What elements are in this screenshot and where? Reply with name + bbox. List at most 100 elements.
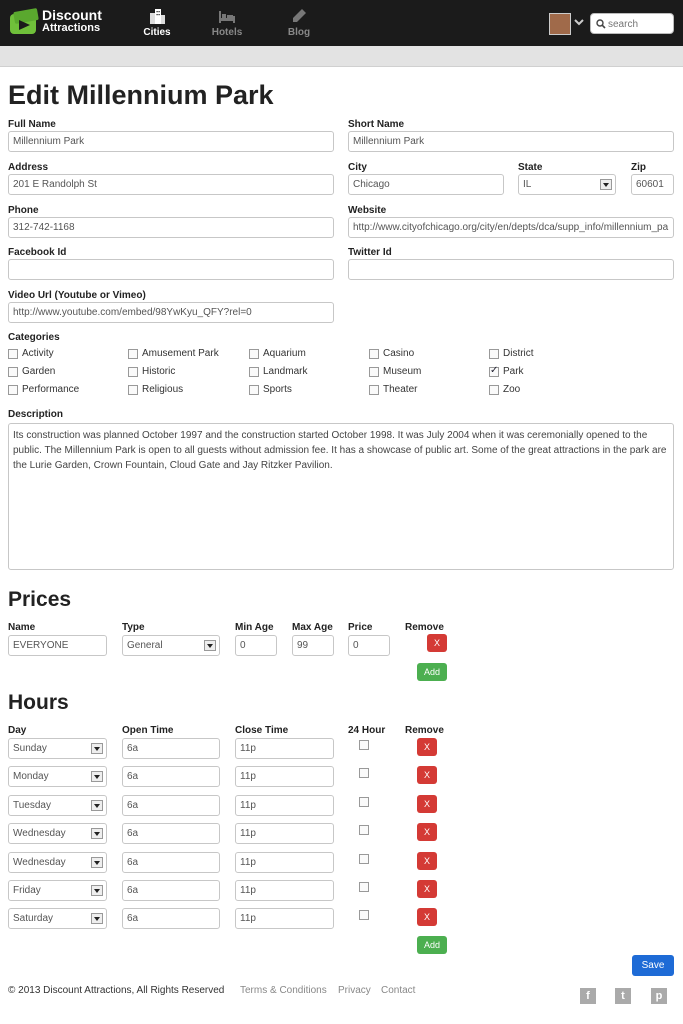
category-checkbox[interactable] <box>489 349 499 359</box>
footer-copyright: © 2013 Discount Attractions, All Rights … <box>8 985 225 996</box>
close-time-input[interactable]: 11p <box>235 823 334 844</box>
tumblr-icon[interactable]: t <box>615 988 631 1004</box>
description-textarea[interactable]: Its construction was planned October 199… <box>8 423 674 570</box>
dropdown-arrow-icon <box>91 828 103 839</box>
chevron-down-icon[interactable] <box>574 17 584 27</box>
category-checkbox[interactable] <box>369 349 379 359</box>
short-name-input[interactable]: Millennium Park <box>348 131 674 152</box>
day-select[interactable]: Tuesday <box>8 795 107 816</box>
zip-input[interactable]: 60601 <box>631 174 674 195</box>
day-select[interactable]: Friday <box>8 880 107 901</box>
day-select[interactable]: Saturday <box>8 908 107 929</box>
open-time-input[interactable]: 6a <box>122 738 220 759</box>
category-checkbox[interactable] <box>249 349 259 359</box>
close-time-input[interactable]: 11p <box>235 852 334 873</box>
close-time-input[interactable]: 11p <box>235 766 334 787</box>
nav-cities[interactable]: Cities <box>132 7 182 38</box>
category-checkbox[interactable] <box>369 367 379 377</box>
24-hour-checkbox[interactable] <box>359 768 369 778</box>
open-time-input[interactable]: 6a <box>122 766 220 787</box>
brand-logo[interactable]: Discount Attractions <box>8 6 112 40</box>
category-checkbox[interactable] <box>8 367 18 377</box>
sub-header-bar <box>0 46 683 67</box>
24-hour-checkbox[interactable] <box>359 825 369 835</box>
footer-terms-link[interactable]: Terms & Conditions <box>240 985 327 996</box>
category-checkbox[interactable] <box>249 385 259 395</box>
remove-hours-button[interactable]: X <box>417 880 437 898</box>
price-value-input[interactable]: 0 <box>348 635 390 656</box>
price-min-age-input[interactable]: 0 <box>235 635 277 656</box>
day-select-value: Friday <box>13 885 41 896</box>
facebook-input[interactable] <box>8 259 334 280</box>
search-input[interactable] <box>608 17 672 31</box>
24-hour-checkbox[interactable] <box>359 910 369 920</box>
city-input[interactable]: Chicago <box>348 174 504 195</box>
category-checkbox[interactable] <box>128 349 138 359</box>
category-checkbox[interactable] <box>8 349 18 359</box>
website-input[interactable]: http://www.cityofchicago.org/city/en/dep… <box>348 217 674 238</box>
footer-contact-link[interactable]: Contact <box>381 985 415 996</box>
address-input[interactable]: 201 E Randolph St <box>8 174 334 195</box>
category-checkbox[interactable] <box>369 385 379 395</box>
category-checkbox[interactable] <box>489 365 499 377</box>
full-name-label: Full Name <box>8 119 56 130</box>
description-label: Description <box>8 409 64 420</box>
facebook-icon[interactable]: f <box>580 988 596 1004</box>
remove-hours-button[interactable]: X <box>417 766 437 784</box>
day-select[interactable]: Sunday <box>8 738 107 759</box>
open-time-input[interactable]: 6a <box>122 795 220 816</box>
category-label: Landmark <box>263 366 308 377</box>
category-checkbox[interactable] <box>8 385 18 395</box>
category-checkbox[interactable] <box>249 367 259 377</box>
day-select[interactable]: Monday <box>8 766 107 787</box>
category-checkbox[interactable] <box>128 367 138 377</box>
state-select-value: IL <box>523 179 532 190</box>
24-hour-checkbox[interactable] <box>359 854 369 864</box>
footer-privacy-link[interactable]: Privacy <box>338 985 371 996</box>
remove-hours-button[interactable]: X <box>417 908 437 926</box>
twitter-input[interactable] <box>348 259 674 280</box>
open-time-input[interactable]: 6a <box>122 908 220 929</box>
state-select[interactable]: IL <box>518 174 616 195</box>
prices-header-type: Type <box>122 622 145 633</box>
remove-hours-button[interactable]: X <box>417 795 437 813</box>
nav-blog[interactable]: Blog <box>274 7 324 38</box>
search-box[interactable] <box>590 13 674 34</box>
day-select[interactable]: Wednesday <box>8 823 107 844</box>
close-time-input[interactable]: 11p <box>235 795 334 816</box>
price-type-select[interactable]: General <box>122 635 220 656</box>
remove-hours-button[interactable]: X <box>417 852 437 870</box>
remove-price-button[interactable]: X <box>427 634 447 652</box>
open-time-input[interactable]: 6a <box>122 852 220 873</box>
24-hour-checkbox[interactable] <box>359 797 369 807</box>
price-max-age-input[interactable]: 99 <box>292 635 334 656</box>
close-time-input[interactable]: 11p <box>235 908 334 929</box>
user-avatar[interactable] <box>549 13 571 35</box>
open-time-input[interactable]: 6a <box>122 880 220 901</box>
nav-hotels[interactable]: Hotels <box>202 7 252 38</box>
address-label: Address <box>8 162 49 173</box>
add-hours-button[interactable]: Add <box>417 936 447 954</box>
24-hour-checkbox[interactable] <box>359 740 369 750</box>
category-checkbox[interactable] <box>489 385 499 395</box>
full-name-input[interactable]: Millennium Park <box>8 131 334 152</box>
close-time-input[interactable]: 11p <box>235 880 334 901</box>
close-time-input[interactable]: 11p <box>235 738 334 759</box>
top-navbar: Discount Attractions Cities Hotels Blog <box>0 0 683 46</box>
prices-header-name: Name <box>8 622 36 633</box>
remove-hours-button[interactable]: X <box>417 738 437 756</box>
day-select[interactable]: Wednesday <box>8 852 107 873</box>
24-hour-checkbox[interactable] <box>359 882 369 892</box>
save-button[interactable]: Save <box>632 955 674 976</box>
nav-hotels-label: Hotels <box>211 27 243 38</box>
category-checkbox[interactable] <box>128 385 138 395</box>
phone-input[interactable]: 312-742-1168 <box>8 217 334 238</box>
video-input[interactable]: http://www.youtube.com/embed/98YwKyu_QFY… <box>8 302 334 323</box>
price-name-input[interactable]: EVERYONE <box>8 635 107 656</box>
bed-icon <box>219 11 235 23</box>
remove-hours-button[interactable]: X <box>417 823 437 841</box>
add-price-button[interactable]: Add <box>417 663 447 681</box>
open-time-input[interactable]: 6a <box>122 823 220 844</box>
pinterest-icon[interactable]: p <box>651 988 667 1004</box>
phone-label: Phone <box>8 205 39 216</box>
